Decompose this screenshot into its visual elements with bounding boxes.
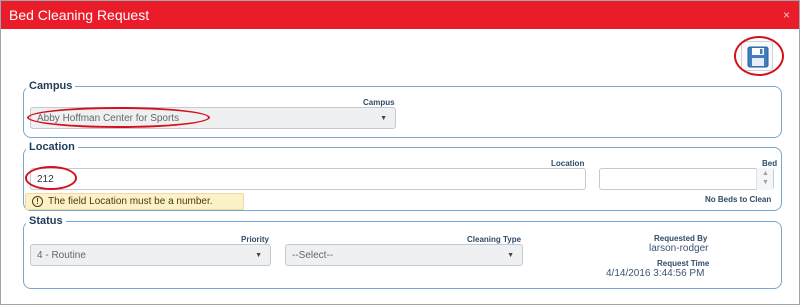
priority-label: Priority: [241, 235, 270, 244]
close-icon[interactable]: ×: [783, 8, 790, 22]
cleaning-type-select[interactable]: --Select-- ▼: [285, 244, 523, 266]
chevron-down-icon: ▼: [380, 115, 387, 122]
chevron-down-icon: ▼: [255, 252, 262, 259]
priority-select-value: 4 - Routine: [37, 250, 86, 261]
status-legend: Status: [29, 215, 63, 227]
request-time-label: Request Time: [657, 259, 710, 268]
validation-message: ! The field Location must be a number.: [25, 193, 244, 210]
floppy-disk-icon: [747, 46, 769, 68]
campus-select[interactable]: Abby Hoffman Center for Sports ▼: [30, 107, 396, 129]
location-legend: Location: [29, 141, 75, 153]
location-input[interactable]: 212: [30, 168, 586, 190]
stepper-down-icon[interactable]: ▼: [762, 179, 769, 186]
priority-select[interactable]: 4 - Routine ▼: [30, 244, 271, 266]
stepper-up-icon[interactable]: ▲: [762, 170, 769, 177]
bed-stepper[interactable]: ▲ ▼: [756, 168, 773, 190]
no-beds-text: No Beds to Clean: [705, 195, 772, 204]
validation-message-text: The field Location must be a number.: [48, 196, 213, 207]
requested-by-label: Requested By: [654, 234, 708, 243]
campus-legend: Campus: [29, 80, 73, 92]
requested-by-value: larson-rodger: [649, 243, 709, 254]
location-input-value: 212: [37, 174, 54, 185]
warning-icon: !: [32, 196, 43, 207]
dialog-title: Bed Cleaning Request: [9, 7, 150, 23]
bed-field-label: Bed: [762, 159, 778, 168]
bed-input[interactable]: [599, 168, 774, 190]
campus-field-label: Campus: [363, 98, 395, 107]
bed-cleaning-dialog: Bed Cleaning Request × Campus Campus Abb…: [0, 0, 800, 305]
cleaning-type-label: Cleaning Type: [467, 235, 522, 244]
chevron-down-icon: ▼: [507, 252, 514, 259]
location-field-label: Location: [551, 159, 585, 168]
request-time-value: 4/14/2016 3:44:56 PM: [606, 268, 705, 279]
cleaning-type-select-value: --Select--: [292, 250, 334, 261]
dialog-titlebar: Bed Cleaning Request ×: [1, 1, 799, 29]
campus-select-value: Abby Hoffman Center for Sports: [37, 113, 180, 124]
save-button[interactable]: [741, 41, 773, 71]
